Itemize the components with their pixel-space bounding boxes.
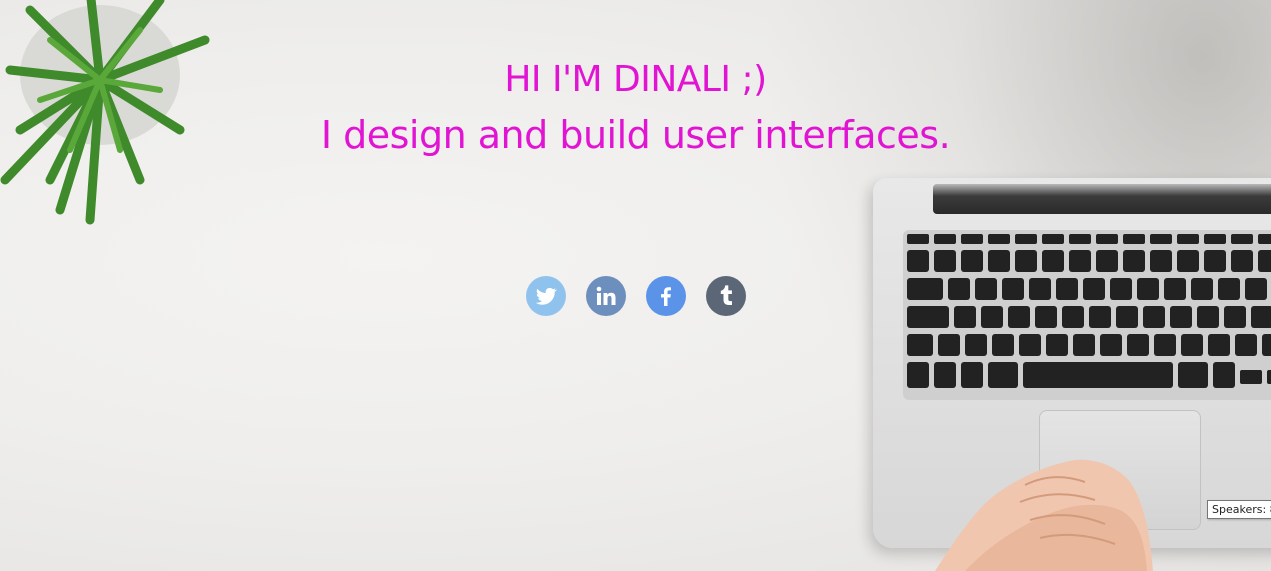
social-links (526, 276, 746, 316)
hero-subtitle: I design and build user interfaces. (320, 113, 951, 157)
linkedin-link[interactable] (586, 276, 626, 316)
tumblr-link[interactable] (706, 276, 746, 316)
linkedin-icon (596, 286, 616, 305)
laptop-keyboard (903, 230, 1271, 400)
hero-section: HI I'M DINALI ;) I design and build user… (0, 55, 1271, 165)
facebook-icon (661, 287, 671, 306)
speakers-tooltip: Speakers: 8 (1207, 500, 1271, 519)
laptop-hinge (933, 184, 1271, 214)
hands-image (935, 459, 1153, 571)
facebook-link[interactable] (646, 276, 686, 316)
tumblr-icon (720, 285, 732, 305)
hero-title: HI I'M DINALI ;) (504, 59, 767, 100)
twitter-link[interactable] (526, 276, 566, 316)
keyboard-keys (907, 234, 1271, 388)
twitter-icon (535, 287, 557, 305)
